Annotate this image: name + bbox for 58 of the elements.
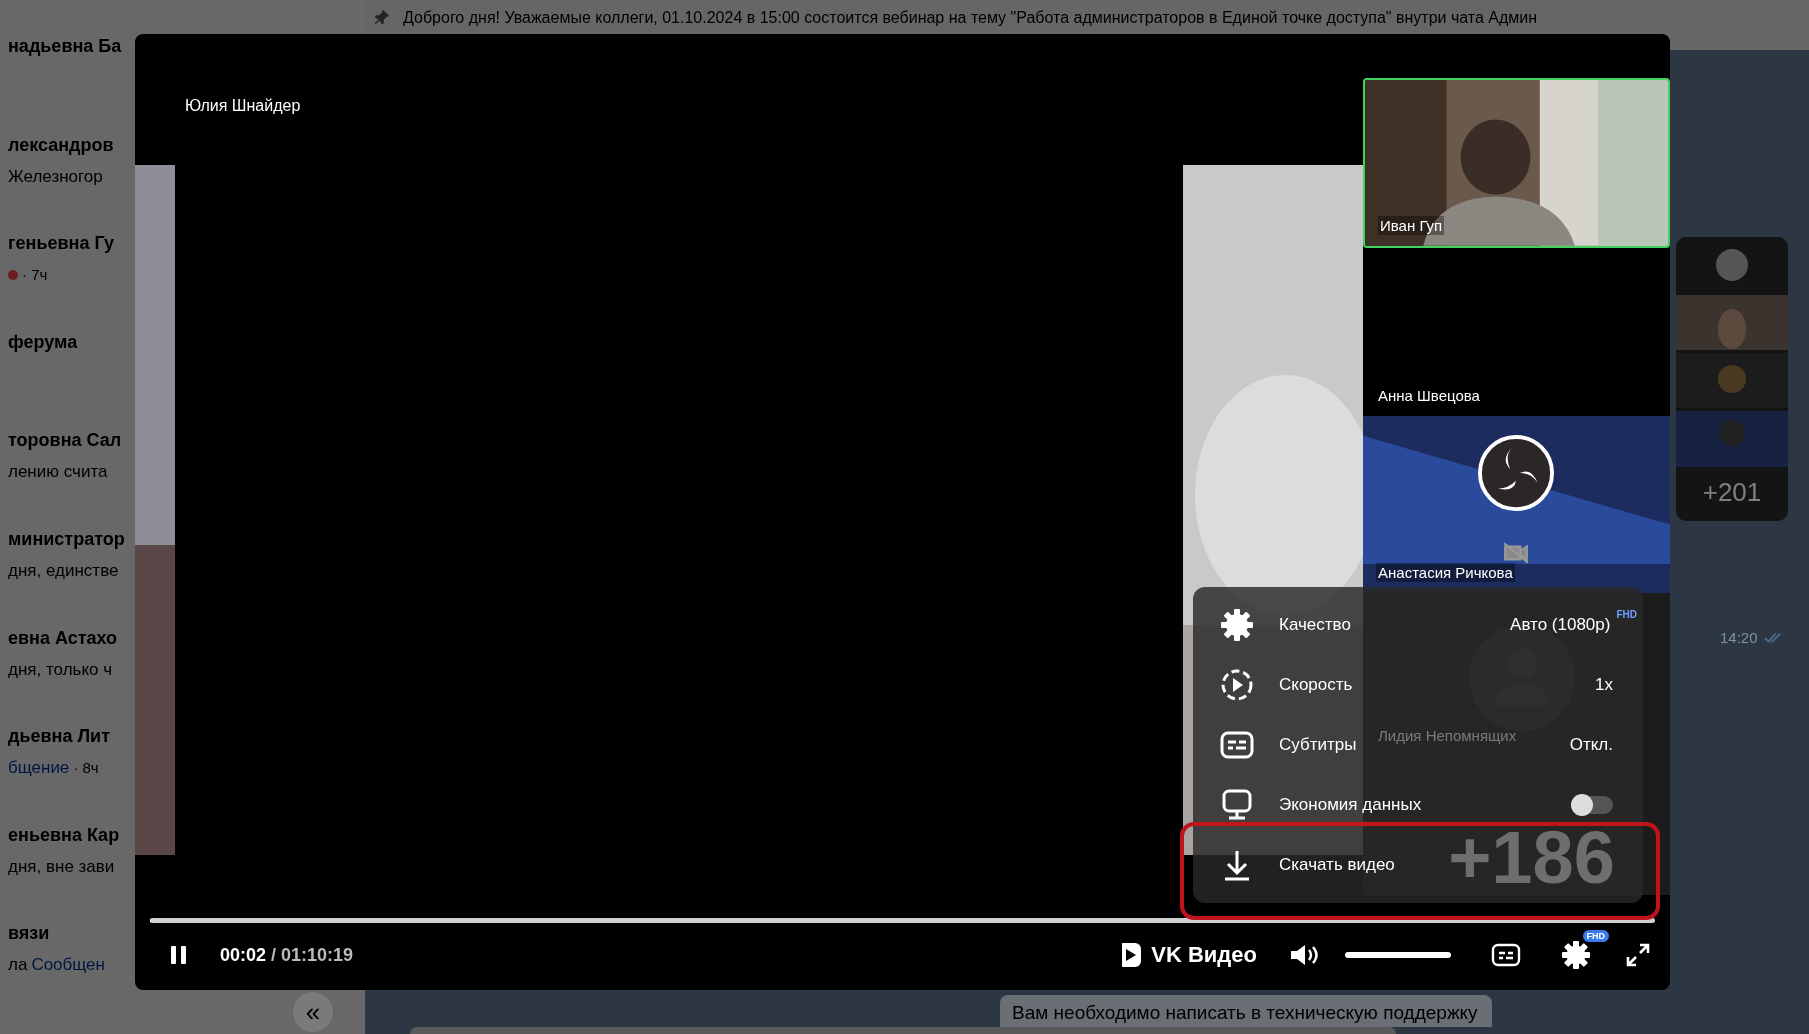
chat-name[interactable]: евна Астахо [8,624,118,651]
participant-name: Лидия Непомнящих [1377,726,1518,745]
message-field[interactable] [410,1027,1396,1034]
chat-name[interactable]: вязи [8,920,50,947]
chat-preview: дня, только ч [8,658,113,681]
chat-name[interactable]: лександров [8,131,114,158]
pause-icon [170,945,188,965]
menu-item[interactable]: Скорость [1279,675,1353,695]
fullscreen-icon [1625,942,1651,968]
collapse-button[interactable]: « [293,992,333,1033]
pinned-message[interactable]: Доброго дня! Уважаемые коллеги, 01.10.2024 в 15:00 состоится вебинар на тему "Работа администраторов в Единой точке доступа" внутри чата Админ [403,8,1538,28]
menu-item[interactable]: Субтитры [1279,735,1357,755]
chat-preview: ла [8,954,28,977]
menu-item[interactable]: Качество [1279,615,1351,635]
chat-time: · 7ч [22,265,48,286]
three-blade-logo-icon [1477,433,1555,512]
volume-slider[interactable] [1345,952,1451,958]
toggle-switch[interactable] [1571,796,1613,814]
participant-name: Анастасия Ричкова [1376,563,1515,583]
participant-name: Иван Гуп [1378,215,1445,235]
chat-name[interactable]: министратор [8,525,125,552]
quality-label: FHD [1616,609,1637,620]
more-count: +186 [1448,821,1615,895]
playback-time: 00:02 / 01:10:19 [220,944,354,966]
message-time: 14:20 [1720,629,1758,646]
chat-name[interactable]: ферума [8,328,78,355]
chat-name[interactable]: геньевна Гу [8,230,114,257]
pin-icon [373,8,391,26]
play-circle-icon [1219,667,1255,703]
participant-tile[interactable]: Иван Гуп [1363,78,1670,248]
menu-item[interactable]: Экономия данных [1279,795,1422,815]
chat-name[interactable]: еньевна Кар [8,821,120,848]
play-logo-icon [1115,941,1144,969]
progress-track[interactable] [150,918,1655,923]
chat-name[interactable]: дьевна Лит [8,723,110,750]
speaker-name: Юлия Шнайдер [185,97,301,114]
more-count: +201 [1702,477,1762,508]
vk-video-logo[interactable]: VK Видео [1115,941,1257,969]
chat-preview: дня, вне зави [8,855,115,878]
settings-icon [1561,940,1591,970]
chat-preview: Железногор [8,165,103,188]
participant-tile[interactable]: Анастасия Ричкова [1363,415,1670,594]
chat-name[interactable]: надьевна Ба [8,33,122,59]
quality-badge: FHD [1582,930,1609,942]
chat-preview: дня, единстве [8,559,119,582]
menu-item[interactable]: Скачать видео [1279,855,1395,875]
camera-off-icon [1503,541,1529,564]
menu-value: Авто (1080p) [1510,615,1611,635]
chat-time: · 8ч [73,758,99,779]
double-check-icon [1763,631,1784,644]
gear-icon [1219,607,1255,643]
menu-value: 1x [1595,675,1613,695]
chat-preview: лению счита [8,461,108,484]
subtitles-icon [1491,942,1521,968]
chat-name[interactable]: торовна Сал [8,427,122,454]
message-text: Вам необходимо написать в техническую поддержку [1012,1002,1478,1023]
speaker-icon [1289,942,1319,968]
menu-value: Откл. [1569,735,1613,755]
